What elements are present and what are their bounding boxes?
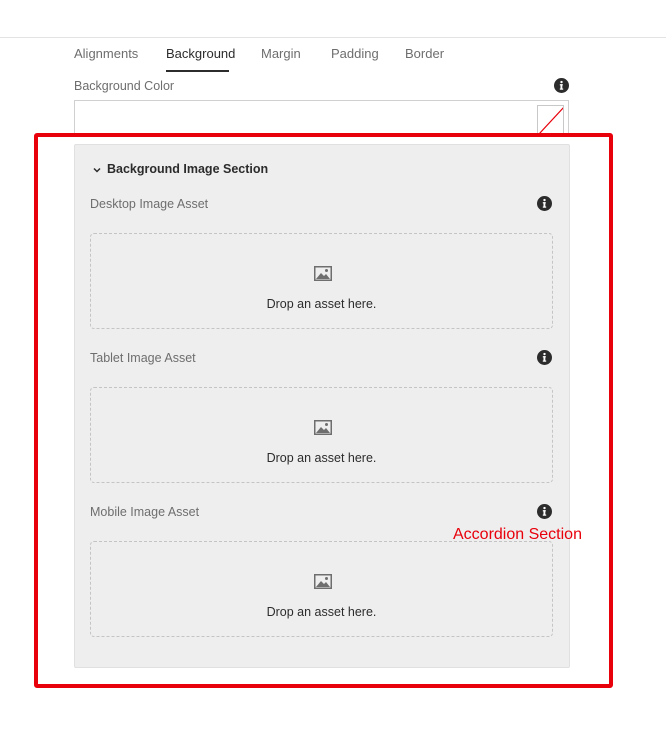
accordion-title: Background Image Section [107, 162, 269, 176]
image-icon [314, 574, 332, 589]
mobile-image-asset-label: Mobile Image Asset [90, 505, 200, 519]
desktop-image-dropzone[interactable]: Drop an asset here. [90, 233, 553, 329]
dropzone-text: Drop an asset here. [266, 605, 377, 619]
color-swatch-button[interactable] [537, 105, 564, 134]
top-divider [0, 37, 666, 38]
accordion-section-annotation: Accordion Section [453, 526, 582, 543]
dropzone-text: Drop an asset here. [266, 297, 377, 311]
active-tab-indicator [166, 70, 229, 72]
tab-padding[interactable]: Padding [331, 46, 379, 61]
image-icon [314, 266, 332, 281]
tab-alignments[interactable]: Alignments [74, 46, 138, 61]
tab-border[interactable]: Border [405, 46, 444, 61]
image-icon [314, 420, 332, 435]
desktop-image-asset-label: Desktop Image Asset [90, 197, 209, 211]
tab-background[interactable]: Background [166, 46, 235, 61]
info-icon[interactable] [554, 78, 569, 93]
chevron-down-icon [93, 167, 101, 173]
mobile-image-dropzone[interactable]: Drop an asset here. [90, 541, 553, 637]
info-icon[interactable] [537, 504, 552, 519]
accordion-header[interactable]: Background Image Section [92, 162, 268, 176]
background-color-field[interactable] [74, 100, 569, 134]
tab-margin[interactable]: Margin [261, 46, 301, 61]
info-icon[interactable] [537, 350, 552, 365]
info-icon[interactable] [537, 196, 552, 211]
dropzone-text: Drop an asset here. [266, 451, 377, 465]
tablet-image-dropzone[interactable]: Drop an asset here. [90, 387, 553, 483]
background-color-label: Background Color [74, 79, 175, 93]
tablet-image-asset-label: Tablet Image Asset [90, 351, 196, 365]
no-color-swatch-icon [538, 107, 563, 134]
